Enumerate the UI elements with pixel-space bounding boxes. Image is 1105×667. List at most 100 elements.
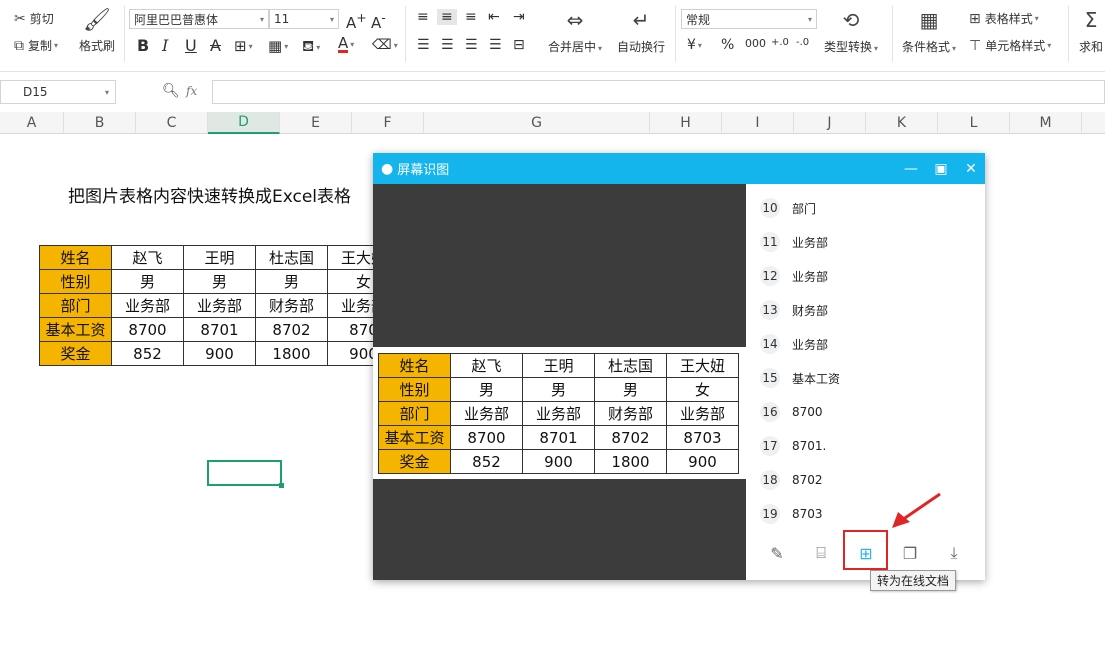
table-cell[interactable]: 8701 (183, 317, 256, 342)
type-convert-button[interactable]: ⟲ 类型转换 ▾ (824, 8, 878, 55)
decrease-indent-button[interactable]: ⇤ (488, 9, 500, 25)
table-cell[interactable]: 男 (111, 269, 184, 294)
table-cell[interactable]: 8702 (255, 317, 328, 342)
align-top-button[interactable]: ≡ (417, 9, 429, 25)
minimize-button[interactable]: — (897, 153, 925, 184)
zoom-icon[interactable]: 🔍︎ (162, 83, 180, 99)
decrease-decimal-button[interactable]: -.0 (796, 37, 809, 48)
fill-pattern-button[interactable]: ▦ ▾ (268, 37, 288, 55)
table-cell[interactable]: 男 (255, 269, 328, 294)
translate-button[interactable]: ⌸ (810, 542, 832, 564)
font-name-select[interactable]: 阿里巴巴普惠体 ▾ (129, 9, 269, 29)
list-item[interactable]: 16 8700 (760, 402, 823, 422)
function-icon[interactable]: fx (186, 84, 197, 98)
column-header[interactable]: E (280, 112, 352, 134)
selected-cell[interactable] (207, 460, 284, 488)
maximize-button[interactable]: ▣ (927, 153, 955, 184)
table-cell[interactable]: 900 (183, 341, 256, 366)
fill-color-button[interactable]: ⛾ ▾ (302, 37, 320, 57)
download-button[interactable]: ⤓ (943, 542, 965, 564)
conditional-format-button[interactable]: ▦ 条件格式 ▾ (902, 8, 956, 55)
underline-button[interactable]: U (185, 36, 197, 55)
currency-button[interactable]: ¥ ▾ (687, 37, 702, 53)
column-header[interactable]: F (352, 112, 424, 134)
column-header-selected[interactable]: D (208, 112, 280, 134)
column-header[interactable]: I (722, 112, 794, 134)
align-right-button[interactable]: ☰ (465, 37, 478, 53)
copy-result-button[interactable]: ❐ (899, 542, 921, 564)
column-header[interactable]: A (0, 112, 64, 134)
column-header[interactable]: M (1010, 112, 1082, 134)
table-cell[interactable]: 男 (183, 269, 256, 294)
decrease-font-button[interactable]: A- (371, 10, 386, 32)
increase-indent-button[interactable]: ⇥ (513, 9, 525, 25)
copy-button[interactable]: ⧉ 复制 ▾ (14, 37, 58, 54)
table-cell[interactable]: 姓名 (39, 245, 112, 270)
list-item[interactable]: 18 8702 (760, 470, 823, 490)
table-cell[interactable]: 8700 (111, 317, 184, 342)
column-header[interactable]: C (136, 112, 208, 134)
number-format-select[interactable]: 常规 ▾ (681, 9, 817, 29)
list-item[interactable]: 19 8703 (760, 504, 823, 524)
table-cell[interactable]: 奖金 (39, 341, 112, 366)
align-bottom-button[interactable]: ≡ (465, 9, 477, 25)
close-button[interactable]: ✕ (957, 153, 985, 184)
list-item[interactable]: 13 财务部 (760, 300, 828, 320)
name-box[interactable]: D15 ▾ (0, 80, 116, 104)
list-item[interactable]: 12 业务部 (760, 266, 828, 286)
align-center-button[interactable]: ☰ (441, 37, 454, 53)
distributed-button[interactable]: ⊟ (513, 37, 525, 53)
italic-button[interactable]: I (162, 36, 168, 55)
cut-button[interactable]: ✂ 剪切 (14, 10, 54, 27)
column-header[interactable]: K (866, 112, 938, 134)
chevron-down-icon: ▾ (350, 40, 355, 49)
table-cell[interactable]: 部门 (39, 293, 112, 318)
increase-font-button[interactable]: A+ (346, 10, 367, 32)
window-titlebar[interactable]: ● 屏幕识图 (373, 153, 985, 184)
percent-button[interactable]: % (721, 37, 734, 53)
formula-input[interactable] (212, 80, 1105, 104)
table-cell[interactable]: 财务部 (255, 293, 328, 318)
border-button[interactable]: ⊞ ▾ (234, 37, 253, 55)
font-size-select[interactable]: 11 ▾ (269, 9, 339, 29)
column-header[interactable]: H (650, 112, 722, 134)
chevron-down-icon: ▾ (598, 44, 603, 53)
edit-button[interactable]: ✎ (766, 542, 788, 564)
auto-wrap-button[interactable]: ↵ 自动换行 (617, 8, 665, 55)
align-left-button[interactable]: ☰ (417, 37, 430, 53)
table-cell[interactable]: 业务部 (183, 293, 256, 318)
table-cell[interactable]: 赵飞 (111, 245, 184, 270)
list-item[interactable]: 11 业务部 (760, 232, 828, 252)
list-item[interactable]: 17 8701. (760, 436, 826, 456)
font-color-button[interactable]: A ▾ (338, 36, 354, 53)
chevron-down-icon: ▾ (54, 41, 59, 50)
sum-button[interactable]: Σ 求和 (1079, 8, 1103, 55)
table-cell[interactable]: 1800 (255, 341, 328, 366)
table-cell[interactable]: 杜志国 (255, 245, 328, 270)
table-style-button[interactable]: ⊞ 表格样式 ▾ (969, 10, 1039, 27)
justify-button[interactable]: ☰ (489, 37, 502, 53)
strikethrough-button[interactable]: A (210, 36, 221, 55)
clear-button[interactable]: ⌫ ▾ (372, 37, 398, 53)
thousands-button[interactable]: 000 (745, 37, 766, 50)
list-item[interactable]: 15 基本工资 (760, 368, 840, 388)
underline-icon: U (185, 36, 197, 55)
list-item[interactable]: 14 业务部 (760, 334, 828, 354)
align-middle-button[interactable]: ≡ (437, 9, 457, 25)
bold-button[interactable]: B (137, 36, 149, 55)
table-cell[interactable]: 业务部 (111, 293, 184, 318)
column-header[interactable]: B (64, 112, 136, 134)
column-header[interactable]: G (424, 112, 650, 134)
merge-center-button[interactable]: ⇔ 合并居中 ▾ (548, 8, 602, 55)
column-header[interactable]: L (938, 112, 1010, 134)
table-cell[interactable]: 基本工资 (39, 317, 112, 342)
cell-style-button[interactable]: ⊤ 单元格样式 ▾ (969, 37, 1051, 54)
table-cell[interactable]: 性别 (39, 269, 112, 294)
outdent-icon: ⇤ (488, 9, 500, 25)
column-header[interactable]: J (794, 112, 866, 134)
format-painter-button[interactable]: 🖌 格式刷 (79, 8, 115, 54)
increase-decimal-button[interactable]: +.0 (771, 37, 789, 48)
list-item[interactable]: 10 部门 (760, 198, 816, 218)
table-cell[interactable]: 852 (111, 341, 184, 366)
table-cell[interactable]: 王明 (183, 245, 256, 270)
